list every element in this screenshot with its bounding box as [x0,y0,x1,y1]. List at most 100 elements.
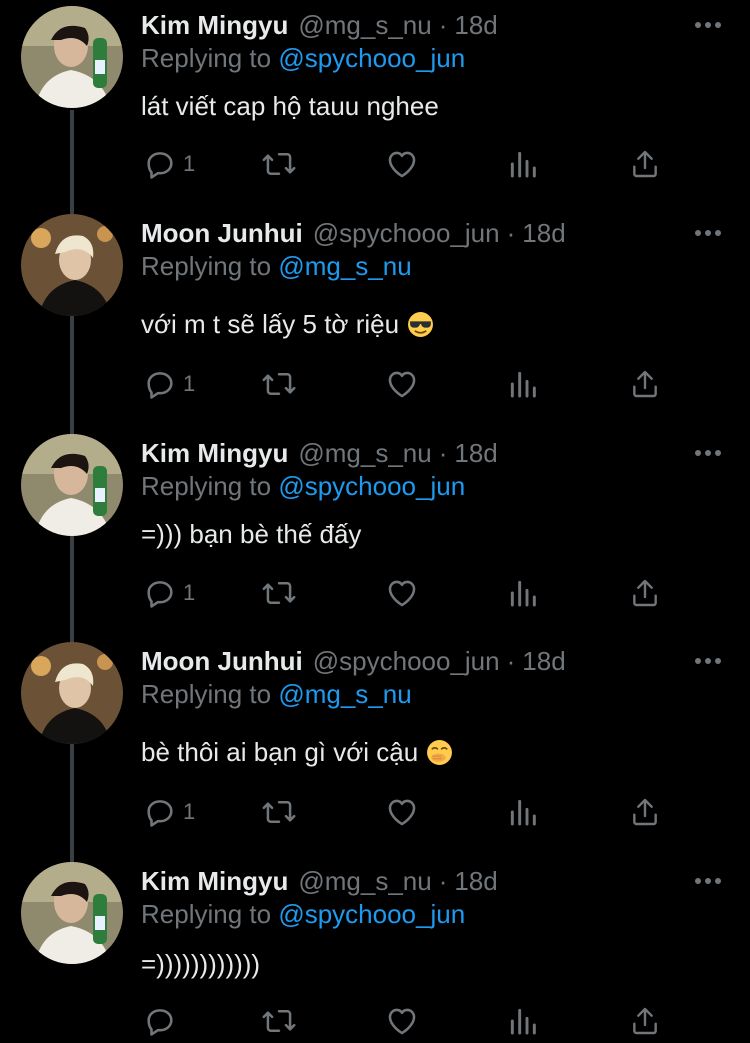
analytics-icon [507,147,539,181]
display-name[interactable]: Moon Junhui [141,218,303,249]
tweet-header: Kim Mingyu @mg_s_nu · 18d [141,8,498,42]
avatar[interactable] [21,434,123,536]
reply-to-handle[interactable]: @spychooo_jun [278,471,465,501]
separator-dot: · [506,645,516,676]
tweet[interactable]: Kim Mingyu @mg_s_nu · 18d Replying to @s… [0,0,750,205]
avatar[interactable] [21,642,123,744]
reply-icon [143,795,177,829]
avatar[interactable] [21,862,123,964]
action-bar: 1 [141,364,681,404]
retweet-icon [261,795,297,829]
replying-to: Replying to @spychooo_jun [141,471,465,502]
analytics-button[interactable] [507,792,539,832]
replying-to: Replying to @spychooo_jun [141,43,465,74]
like-button[interactable] [385,573,419,613]
like-button[interactable] [385,792,419,832]
replying-to-label: Replying to [141,43,272,73]
reply-icon [143,367,177,401]
retweet-button[interactable] [261,364,297,404]
replying-to-label: Replying to [141,679,272,709]
analytics-icon [507,795,539,829]
like-icon [385,795,419,829]
timestamp[interactable]: 18d [522,218,565,249]
like-button[interactable] [385,364,419,404]
reply-count: 1 [183,151,196,176]
share-button[interactable] [629,792,661,832]
analytics-button[interactable] [507,144,539,184]
timestamp[interactable]: 18d [454,10,497,41]
tweet-text-content: bè thôi ai bạn gì với cậu [141,736,419,767]
more-icon[interactable] [694,650,722,672]
timestamp[interactable]: 18d [454,438,497,469]
timestamp[interactable]: 18d [454,866,497,897]
tweet[interactable]: Kim Mingyu @mg_s_nu · 18d Replying to @s… [0,856,750,1043]
retweet-button[interactable] [261,573,297,613]
display-name[interactable]: Kim Mingyu [141,10,288,41]
display-name[interactable]: Kim Mingyu [141,866,288,897]
retweet-button[interactable] [261,144,297,184]
action-bar [141,1001,681,1041]
tweet[interactable]: Kim Mingyu @mg_s_nu · 18d Replying to @s… [0,428,750,633]
tweet-text: =)))))))))))) [141,946,260,982]
display-name[interactable]: Kim Mingyu [141,438,288,469]
reply-to-handle[interactable]: @spychooo_jun [278,43,465,73]
retweet-icon [261,576,297,610]
tweet-header: Moon Junhui @spychooo_jun · 18d [141,216,566,250]
user-handle[interactable]: @mg_s_nu [298,438,431,469]
more-icon[interactable] [694,222,722,244]
tweet-text: lát viết cap hộ tauu nghee [141,88,439,124]
more-icon[interactable] [694,14,722,36]
analytics-button[interactable] [507,364,539,404]
tweet-text-content: lát viết cap hộ tauu nghee [141,90,439,121]
more-icon[interactable] [694,870,722,892]
avatar[interactable] [21,6,123,108]
replying-to: Replying to @mg_s_nu [141,679,412,710]
replying-to: Replying to @spychooo_jun [141,899,465,930]
share-button[interactable] [629,144,661,184]
like-icon [385,147,419,181]
retweet-icon [261,367,297,401]
user-handle[interactable]: @mg_s_nu [298,866,431,897]
reply-to-handle[interactable]: @mg_s_nu [278,679,411,709]
tweet-text-content: =))) bạn bè thế đấy [141,518,362,549]
replying-to-label: Replying to [141,471,272,501]
more-icon[interactable] [694,442,722,464]
replying-to: Replying to @mg_s_nu [141,251,412,282]
tweet-text: với m t sẽ lấy 5 tờ riệu [141,306,434,342]
reply-button[interactable]: 1 [143,792,195,832]
analytics-icon [507,367,539,401]
sunglasses-emoji [407,311,434,338]
reply-button[interactable] [143,1001,183,1041]
like-button[interactable] [385,1001,419,1041]
share-button[interactable] [629,1001,661,1041]
action-bar: 1 [141,792,681,832]
tweet-header: Moon Junhui @spychooo_jun · 18d [141,644,566,678]
retweet-button[interactable] [261,1001,297,1041]
reply-button[interactable]: 1 [143,573,195,613]
display-name[interactable]: Moon Junhui [141,646,303,677]
analytics-button[interactable] [507,573,539,613]
tweet-text: =))) bạn bè thế đấy [141,516,361,552]
tweet[interactable]: Moon Junhui @spychooo_jun · 18d Replying… [0,208,750,423]
avatar[interactable] [21,214,123,316]
user-handle[interactable]: @mg_s_nu [298,10,431,41]
reply-button[interactable]: 1 [143,144,195,184]
reply-button[interactable]: 1 [143,364,195,404]
reply-to-handle[interactable]: @spychooo_jun [278,899,465,929]
share-button[interactable] [629,573,661,613]
user-handle[interactable]: @spychooo_jun [313,218,500,249]
share-icon [629,147,661,181]
tweet-header: Kim Mingyu @mg_s_nu · 18d [141,864,498,898]
share-button[interactable] [629,364,661,404]
tweet-text: bè thôi ai bạn gì với cậu [141,734,453,770]
retweet-button[interactable] [261,792,297,832]
tweet[interactable]: Moon Junhui @spychooo_jun · 18d Replying… [0,636,750,851]
reply-to-handle[interactable]: @mg_s_nu [278,251,411,281]
like-button[interactable] [385,144,419,184]
reply-count: 1 [183,799,196,824]
user-handle[interactable]: @spychooo_jun [313,646,500,677]
timestamp[interactable]: 18d [522,646,565,677]
analytics-button[interactable] [507,1001,539,1041]
reply-count: 1 [183,580,196,605]
tweet-text-content: =)))))))))))) [141,948,261,979]
